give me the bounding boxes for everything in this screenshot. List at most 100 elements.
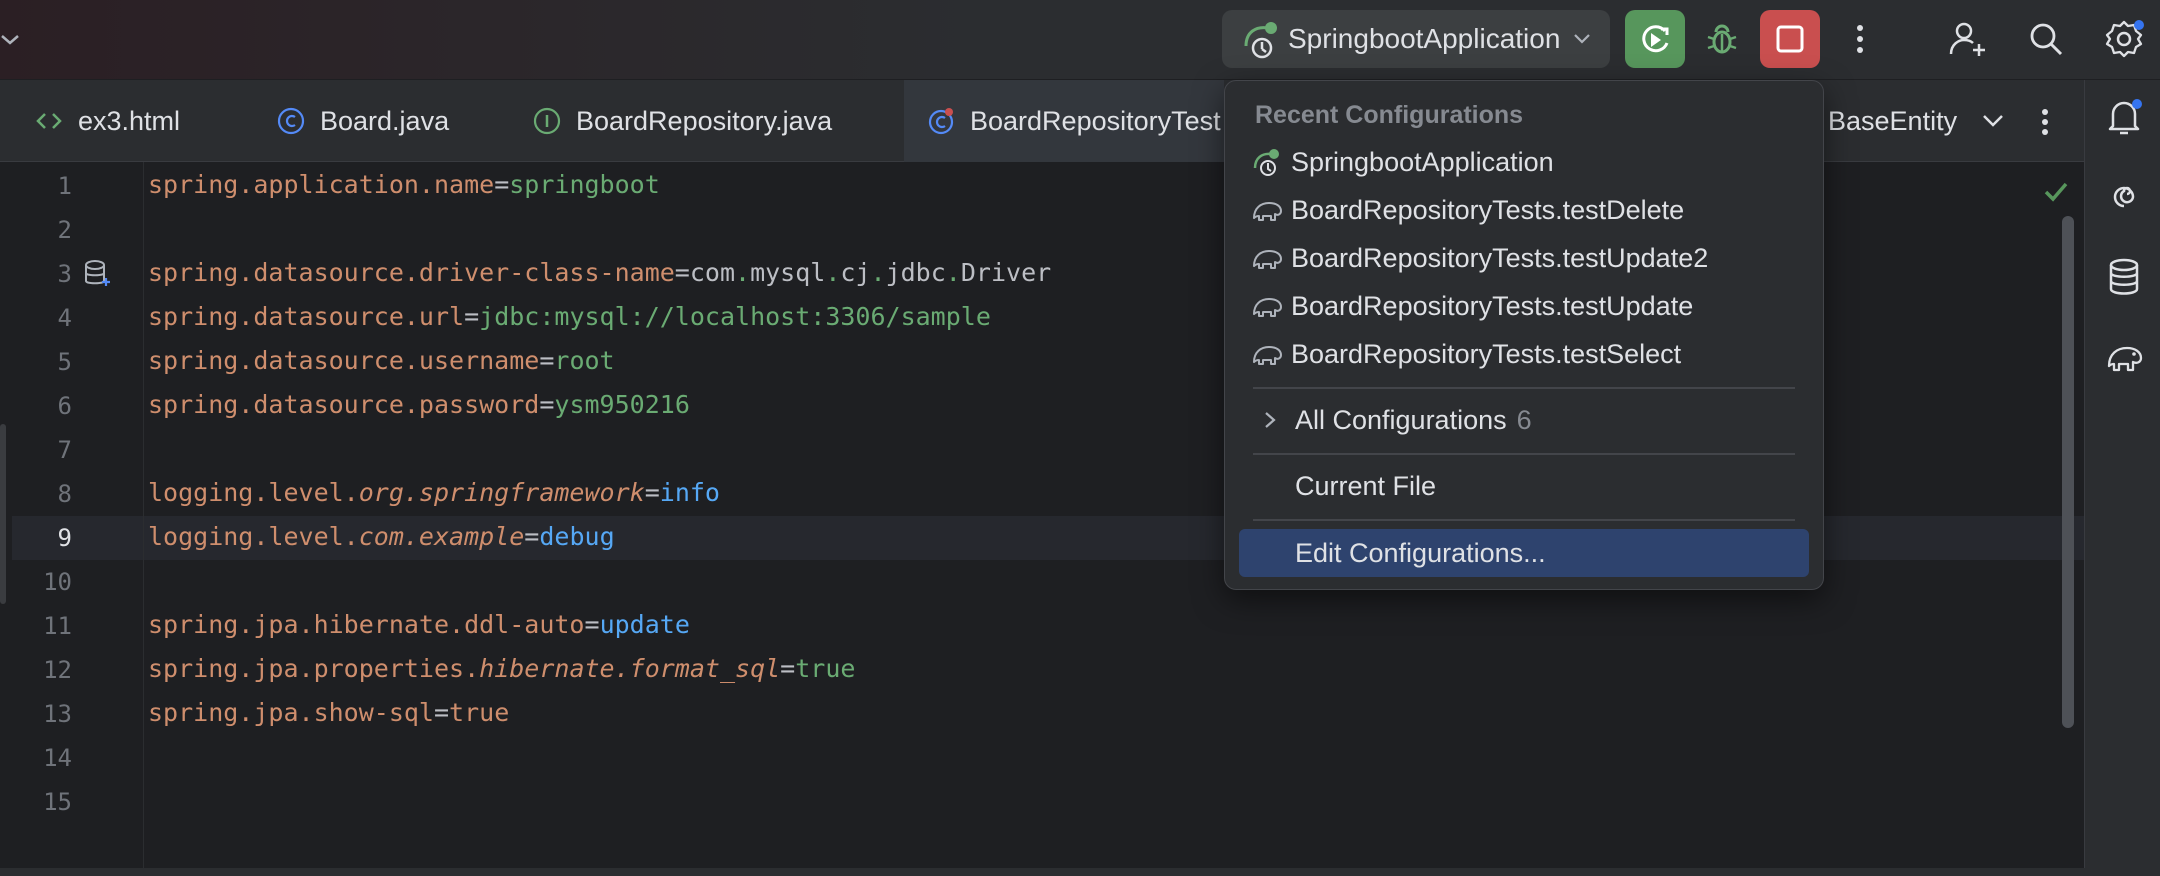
line-number: 12: [43, 656, 72, 684]
right-tool-window-strip: [2084, 80, 2160, 876]
add-user-icon: [1949, 22, 1985, 56]
run-configuration-name: SpringbootApplication: [1288, 23, 1561, 54]
property-key: spring.jpa.properties.: [148, 654, 480, 683]
popup-separator: [1253, 519, 1795, 521]
chevron-right-icon: [1265, 412, 1276, 428]
recent-config-item[interactable]: BoardRepositoryTests.testDelete: [1239, 187, 1809, 233]
tab-label: BoardRepositoryTest: [970, 105, 1221, 136]
ai-assistant-spiral-icon[interactable]: [2103, 176, 2145, 218]
test-class-icon: [928, 108, 954, 135]
code-line-11: spring.jpa.hibernate.ddl-auto=update: [148, 610, 690, 639]
property-key-italic: org.springframework: [358, 478, 645, 507]
junit-test-icon: [1253, 298, 1282, 317]
property-value: mysql: [750, 258, 826, 287]
edit-configurations-item[interactable]: Edit Configurations...: [1239, 529, 1809, 577]
current-file-item[interactable]: Current File: [1239, 463, 1809, 509]
tab-board-repository-java[interactable]: BoardRepository.java: [532, 80, 832, 162]
line-number: 14: [43, 744, 72, 772]
recent-config-label: BoardRepositoryTests.testUpdate: [1291, 290, 1694, 321]
popup-separator: [1253, 387, 1795, 389]
chevron-down-icon[interactable]: [0, 24, 22, 54]
line-number: 10: [43, 568, 72, 596]
stop-button[interactable]: [1760, 10, 1820, 68]
class-icon: [277, 107, 305, 135]
all-configurations-item[interactable]: All Configurations 6: [1239, 397, 1809, 443]
property-value: jdbc: [885, 258, 946, 287]
notifications-bell-icon[interactable]: [2103, 96, 2145, 138]
equals-sign: =: [524, 522, 540, 551]
tab-base-entity[interactable]: BaseEntity: [1828, 80, 1957, 162]
property-value: update: [599, 610, 690, 639]
code-line-3: spring.datasource.driver-class-name=com.…: [148, 258, 1052, 287]
recent-config-label: BoardRepositoryTests.testUpdate2: [1291, 242, 1709, 273]
line-number: 1: [57, 172, 72, 200]
line-number: 3: [57, 260, 72, 288]
gear-icon: [2105, 20, 2144, 58]
tab-board-java[interactable]: Board.java: [276, 80, 449, 162]
tab-label: ex3.html: [78, 105, 181, 136]
code-line-6: spring.datasource.password=ysm950216: [148, 390, 690, 419]
recent-config-item[interactable]: BoardRepositoryTests.testUpdate2: [1239, 235, 1809, 281]
more-actions-button[interactable]: [1830, 10, 1890, 68]
line-number: 11: [43, 612, 72, 640]
property-key: spring.jpa.hibernate.ddl-auto: [148, 610, 585, 639]
property-value: cj: [840, 258, 871, 287]
spring-boot-icon: [1244, 22, 1277, 59]
property-value: root: [554, 346, 615, 375]
chevron-down-icon[interactable]: [1978, 106, 2008, 136]
recent-config-item[interactable]: BoardRepositoryTests.testSelect: [1239, 331, 1809, 377]
run-configurations-popup: Recent Configurations SpringbootApplicat…: [1224, 80, 1824, 590]
bug-icon: [1707, 24, 1737, 54]
code-line-1: spring.application.name=springboot: [148, 170, 660, 199]
all-configurations-label: All Configurations: [1295, 404, 1507, 435]
equals-sign: =: [433, 698, 450, 727]
vertical-scrollbar[interactable]: [2062, 216, 2074, 728]
rerun-button[interactable]: [1625, 10, 1685, 68]
stop-icon: [1776, 25, 1804, 53]
more-vertical-icon[interactable]: [2030, 102, 2060, 142]
property-key: spring.datasource.password: [148, 390, 540, 419]
inspection-ok-check-icon[interactable]: [2040, 176, 2072, 206]
line-number: 13: [43, 700, 72, 728]
spring-boot-icon: [1253, 149, 1279, 176]
tab-ex3-html[interactable]: ex3.html: [34, 80, 180, 162]
equals-sign: =: [464, 302, 480, 331]
tab-board-repository-test[interactable]: BoardRepositoryTest: [904, 80, 1224, 162]
database-icon[interactable]: [82, 258, 112, 288]
junit-test-icon: [1253, 202, 1282, 221]
popup-separator: [1253, 453, 1795, 455]
equals-sign: =: [494, 170, 510, 199]
property-value: Driver: [960, 258, 1052, 287]
line-number: 5: [57, 348, 72, 376]
property-value: info: [659, 478, 720, 507]
junit-test-icon: [1253, 346, 1282, 365]
gradle-elephant-icon[interactable]: [2103, 336, 2145, 378]
debug-button[interactable]: [1692, 10, 1752, 68]
all-configurations-count: 6: [1516, 404, 1532, 435]
code-with-me-button[interactable]: [1938, 10, 1998, 68]
code-line-4: spring.datasource.url=jdbc:mysql://local…: [148, 302, 991, 331]
recent-config-label: BoardRepositoryTests.testDelete: [1291, 194, 1685, 225]
title-bar: SpringbootApplication: [0, 0, 2160, 80]
run-configuration-selector[interactable]: SpringbootApplication: [1222, 10, 1610, 68]
property-value: true: [795, 654, 856, 683]
code-line-9: logging.level.com.example=debug: [148, 522, 615, 551]
property-value: true: [449, 698, 510, 727]
property-value: springboot: [509, 170, 660, 199]
property-key: spring.jpa.show-sql: [148, 698, 434, 727]
property-key-italic: hibernate.format_sql: [479, 654, 781, 683]
search-button[interactable]: [2016, 10, 2076, 68]
property-key: logging.level.: [148, 522, 359, 551]
equals-sign: =: [674, 258, 690, 287]
database-icon[interactable]: [2103, 256, 2145, 298]
line-number: 7: [57, 436, 72, 464]
recent-config-item[interactable]: SpringbootApplication: [1239, 139, 1809, 185]
interface-icon: [533, 107, 561, 135]
recent-config-item[interactable]: BoardRepositoryTests.testUpdate: [1239, 283, 1809, 329]
property-value: ysm950216: [554, 390, 690, 419]
line-number: 15: [43, 788, 72, 816]
code-line-8: logging.level.org.springframework=info: [148, 478, 720, 507]
property-key: spring.datasource.url: [148, 302, 465, 331]
settings-button[interactable]: [2094, 10, 2154, 68]
html-icon: [36, 113, 62, 129]
